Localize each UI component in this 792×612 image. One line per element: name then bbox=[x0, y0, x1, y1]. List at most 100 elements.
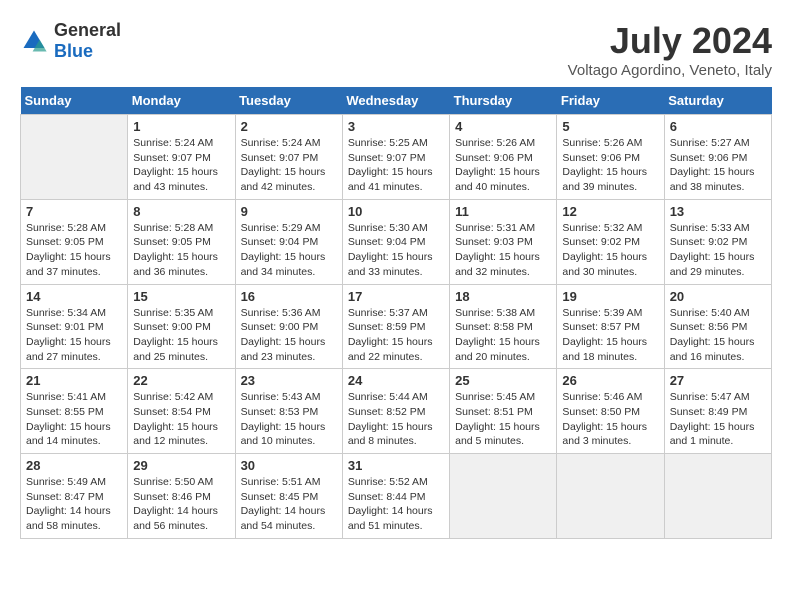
day-number: 13 bbox=[670, 204, 766, 219]
day-number: 25 bbox=[455, 373, 551, 388]
day-number: 31 bbox=[348, 458, 444, 473]
calendar-cell: 17Sunrise: 5:37 AM Sunset: 8:59 PM Dayli… bbox=[342, 284, 449, 369]
day-info: Sunrise: 5:52 AM Sunset: 8:44 PM Dayligh… bbox=[348, 475, 444, 534]
day-info: Sunrise: 5:51 AM Sunset: 8:45 PM Dayligh… bbox=[241, 475, 337, 534]
calendar-cell: 18Sunrise: 5:38 AM Sunset: 8:58 PM Dayli… bbox=[450, 284, 557, 369]
day-info: Sunrise: 5:33 AM Sunset: 9:02 PM Dayligh… bbox=[670, 221, 766, 280]
day-number: 26 bbox=[562, 373, 658, 388]
calendar-cell: 7Sunrise: 5:28 AM Sunset: 9:05 PM Daylig… bbox=[21, 199, 128, 284]
calendar-week-row: 14 Sunrise: 5:34 AM Sunset: 9:01 PM Dayli… bbox=[21, 284, 772, 369]
calendar-cell: 29 Sunrise: 5:50 AM Sunset: 8:46 PM Dayli… bbox=[128, 454, 235, 539]
calendar-cell: 15Sunrise: 5:35 AM Sunset: 9:00 PM Dayli… bbox=[128, 284, 235, 369]
calendar-cell: 22 Sunrise: 5:42 AM Sunset: 8:54 PM Dayli… bbox=[128, 369, 235, 454]
day-number: 11 bbox=[455, 204, 551, 219]
day-info: Sunrise: 5:30 AM Sunset: 9:04 PM Dayligh… bbox=[348, 221, 444, 280]
day-info: Sunrise: 5:29 AM Sunset: 9:04 PM Dayligh… bbox=[241, 221, 337, 280]
day-number: 22 bbox=[133, 373, 229, 388]
logo-general-text: General bbox=[54, 20, 121, 40]
day-info: Sunrise: 5:25 AM Sunset: 9:07 PM Dayligh… bbox=[348, 136, 444, 195]
day-number: 15 bbox=[133, 289, 229, 304]
day-number: 20 bbox=[670, 289, 766, 304]
day-info: Sunrise: 5:46 AM Sunset: 8:50 PM Dayligh… bbox=[562, 390, 658, 449]
day-info: Sunrise: 5:45 AM Sunset: 8:51 PM Dayligh… bbox=[455, 390, 551, 449]
day-number: 12 bbox=[562, 204, 658, 219]
calendar-header-row: SundayMondayTuesdayWednesdayThursdayFrid… bbox=[21, 87, 772, 115]
day-info: Sunrise: 5:47 AM Sunset: 8:49 PM Dayligh… bbox=[670, 390, 766, 449]
calendar-cell: 12 Sunrise: 5:32 AM Sunset: 9:02 PM Dayli… bbox=[557, 199, 664, 284]
logo-blue-text: Blue bbox=[54, 41, 93, 61]
day-number: 29 bbox=[133, 458, 229, 473]
day-info: Sunrise: 5:31 AM Sunset: 9:03 PM Dayligh… bbox=[455, 221, 551, 280]
day-info: Sunrise: 5:27 AM Sunset: 9:06 PM Dayligh… bbox=[670, 136, 766, 195]
calendar-cell: 2 Sunrise: 5:24 AM Sunset: 9:07 PM Daylig… bbox=[235, 115, 342, 200]
calendar-cell: 28 Sunrise: 5:49 AM Sunset: 8:47 PM Dayli… bbox=[21, 454, 128, 539]
column-header-thursday: Thursday bbox=[450, 87, 557, 115]
day-info: Sunrise: 5:41 AM Sunset: 8:55 PM Dayligh… bbox=[26, 390, 122, 449]
calendar-cell: 1Sunrise: 5:24 AM Sunset: 9:07 PM Daylig… bbox=[128, 115, 235, 200]
calendar-cell bbox=[21, 115, 128, 200]
calendar-cell: 4 Sunrise: 5:26 AM Sunset: 9:06 PM Daylig… bbox=[450, 115, 557, 200]
page-header: General Blue July 2024 Voltago Agordino,… bbox=[20, 20, 772, 79]
calendar-cell: 13 Sunrise: 5:33 AM Sunset: 9:02 PM Dayli… bbox=[664, 199, 771, 284]
day-info: Sunrise: 5:24 AM Sunset: 9:07 PM Dayligh… bbox=[133, 136, 229, 195]
month-title: July 2024 bbox=[568, 20, 772, 62]
column-header-saturday: Saturday bbox=[664, 87, 771, 115]
day-number: 23 bbox=[241, 373, 337, 388]
day-info: Sunrise: 5:26 AM Sunset: 9:06 PM Dayligh… bbox=[562, 136, 658, 195]
column-header-wednesday: Wednesday bbox=[342, 87, 449, 115]
calendar-table: SundayMondayTuesdayWednesdayThursdayFrid… bbox=[20, 87, 772, 539]
day-info: Sunrise: 5:49 AM Sunset: 8:47 PM Dayligh… bbox=[26, 475, 122, 534]
day-info: Sunrise: 5:40 AM Sunset: 8:56 PM Dayligh… bbox=[670, 306, 766, 365]
day-info: Sunrise: 5:39 AM Sunset: 8:57 PM Dayligh… bbox=[562, 306, 658, 365]
calendar-cell: 5Sunrise: 5:26 AM Sunset: 9:06 PM Daylig… bbox=[557, 115, 664, 200]
day-number: 18 bbox=[455, 289, 551, 304]
day-number: 21 bbox=[26, 373, 122, 388]
calendar-cell: 27Sunrise: 5:47 AM Sunset: 8:49 PM Dayli… bbox=[664, 369, 771, 454]
day-number: 19 bbox=[562, 289, 658, 304]
calendar-cell: 10 Sunrise: 5:30 AM Sunset: 9:04 PM Dayli… bbox=[342, 199, 449, 284]
day-info: Sunrise: 5:24 AM Sunset: 9:07 PM Dayligh… bbox=[241, 136, 337, 195]
calendar-week-row: 7Sunrise: 5:28 AM Sunset: 9:05 PM Daylig… bbox=[21, 199, 772, 284]
day-number: 6 bbox=[670, 119, 766, 134]
day-number: 4 bbox=[455, 119, 551, 134]
day-info: Sunrise: 5:34 AM Sunset: 9:01 PM Dayligh… bbox=[26, 306, 122, 365]
day-info: Sunrise: 5:43 AM Sunset: 8:53 PM Dayligh… bbox=[241, 390, 337, 449]
day-info: Sunrise: 5:26 AM Sunset: 9:06 PM Dayligh… bbox=[455, 136, 551, 195]
calendar-cell: 3 Sunrise: 5:25 AM Sunset: 9:07 PM Daylig… bbox=[342, 115, 449, 200]
day-info: Sunrise: 5:50 AM Sunset: 8:46 PM Dayligh… bbox=[133, 475, 229, 534]
calendar-cell: 21 Sunrise: 5:41 AM Sunset: 8:55 PM Dayli… bbox=[21, 369, 128, 454]
day-info: Sunrise: 5:28 AM Sunset: 9:05 PM Dayligh… bbox=[133, 221, 229, 280]
day-number: 2 bbox=[241, 119, 337, 134]
day-info: Sunrise: 5:42 AM Sunset: 8:54 PM Dayligh… bbox=[133, 390, 229, 449]
calendar-cell: 25 Sunrise: 5:45 AM Sunset: 8:51 PM Dayli… bbox=[450, 369, 557, 454]
day-number: 28 bbox=[26, 458, 122, 473]
calendar-cell bbox=[450, 454, 557, 539]
day-number: 17 bbox=[348, 289, 444, 304]
day-number: 10 bbox=[348, 204, 444, 219]
logo: General Blue bbox=[20, 20, 121, 62]
day-info: Sunrise: 5:28 AM Sunset: 9:05 PM Dayligh… bbox=[26, 221, 122, 280]
day-number: 3 bbox=[348, 119, 444, 134]
day-info: Sunrise: 5:36 AM Sunset: 9:00 PM Dayligh… bbox=[241, 306, 337, 365]
day-number: 14 bbox=[26, 289, 122, 304]
calendar-cell: 11 Sunrise: 5:31 AM Sunset: 9:03 PM Dayli… bbox=[450, 199, 557, 284]
calendar-cell: 26 Sunrise: 5:46 AM Sunset: 8:50 PM Dayli… bbox=[557, 369, 664, 454]
day-number: 30 bbox=[241, 458, 337, 473]
day-number: 8 bbox=[133, 204, 229, 219]
calendar-cell: 16Sunrise: 5:36 AM Sunset: 9:00 PM Dayli… bbox=[235, 284, 342, 369]
calendar-week-row: 28 Sunrise: 5:49 AM Sunset: 8:47 PM Dayli… bbox=[21, 454, 772, 539]
title-area: July 2024 Voltago Agordino, Veneto, Ital… bbox=[568, 20, 772, 79]
day-number: 9 bbox=[241, 204, 337, 219]
day-info: Sunrise: 5:44 AM Sunset: 8:52 PM Dayligh… bbox=[348, 390, 444, 449]
calendar-cell: 24 Sunrise: 5:44 AM Sunset: 8:52 PM Dayli… bbox=[342, 369, 449, 454]
calendar-cell: 19 Sunrise: 5:39 AM Sunset: 8:57 PM Dayli… bbox=[557, 284, 664, 369]
calendar-cell: 30 Sunrise: 5:51 AM Sunset: 8:45 PM Dayli… bbox=[235, 454, 342, 539]
calendar-week-row: 1Sunrise: 5:24 AM Sunset: 9:07 PM Daylig… bbox=[21, 115, 772, 200]
logo-icon bbox=[20, 27, 48, 55]
calendar-cell bbox=[664, 454, 771, 539]
day-number: 24 bbox=[348, 373, 444, 388]
column-header-sunday: Sunday bbox=[21, 87, 128, 115]
column-header-friday: Friday bbox=[557, 87, 664, 115]
calendar-cell: 20 Sunrise: 5:40 AM Sunset: 8:56 PM Dayli… bbox=[664, 284, 771, 369]
day-info: Sunrise: 5:32 AM Sunset: 9:02 PM Dayligh… bbox=[562, 221, 658, 280]
